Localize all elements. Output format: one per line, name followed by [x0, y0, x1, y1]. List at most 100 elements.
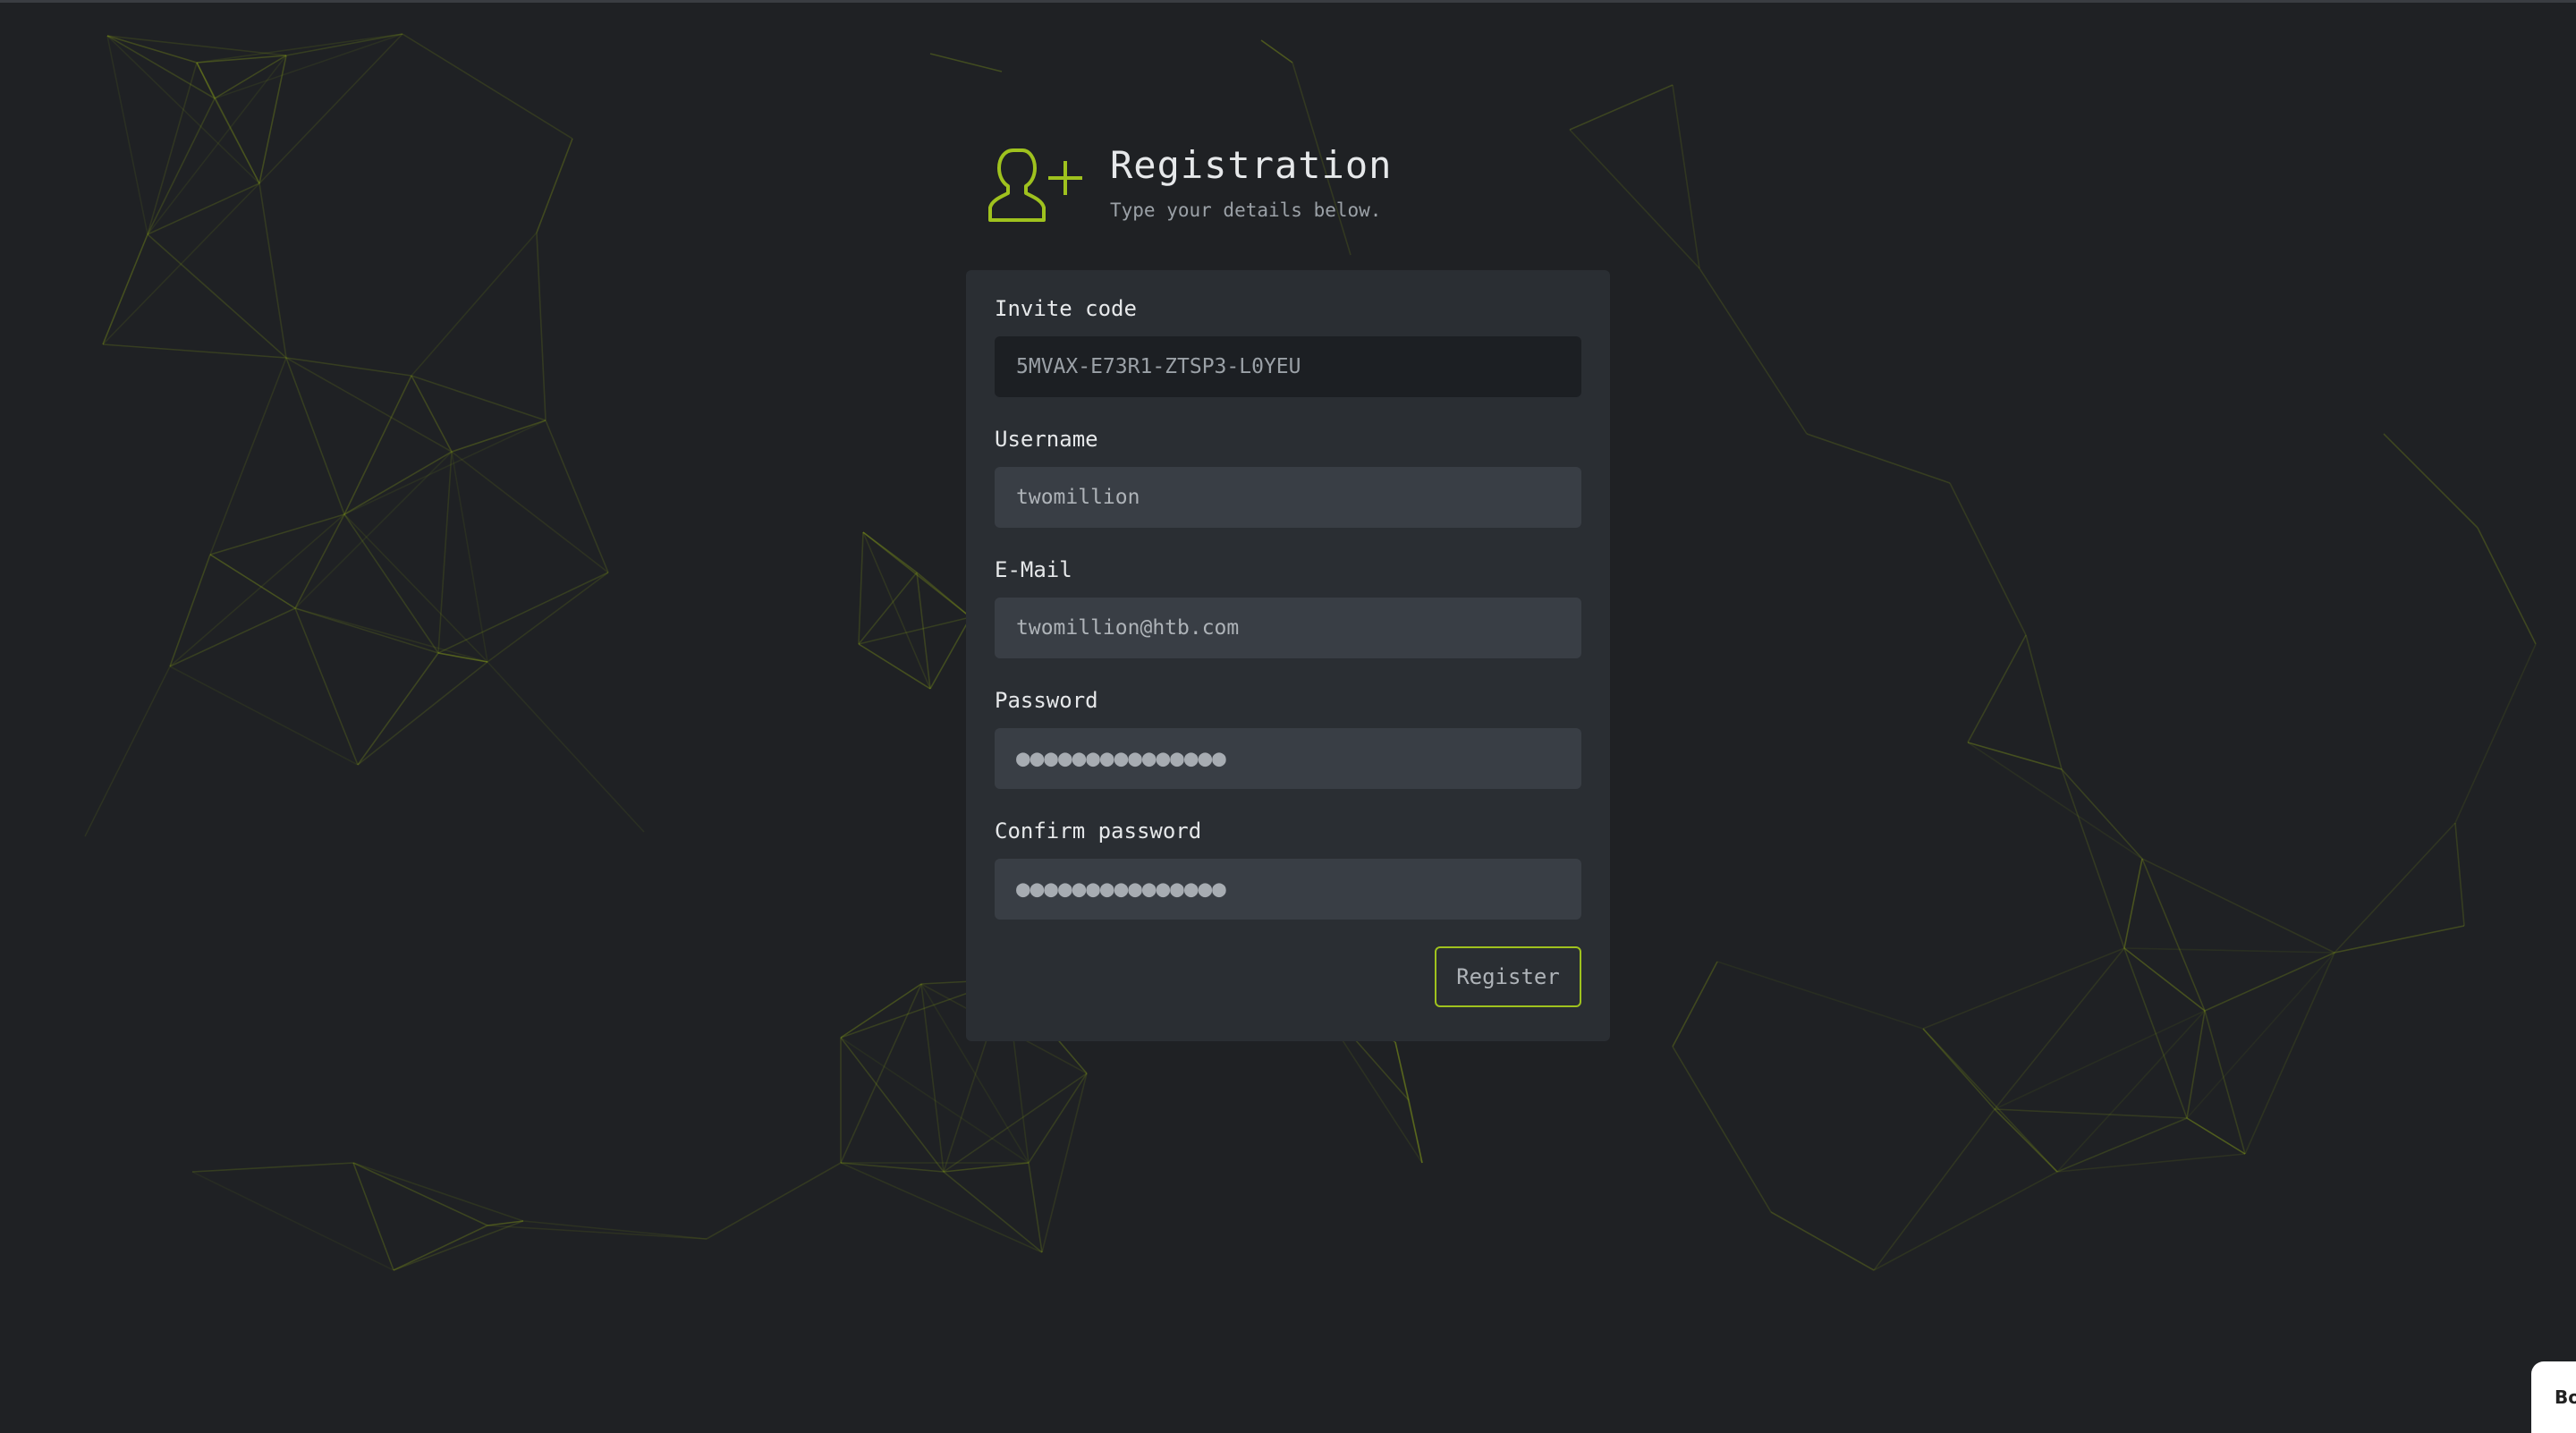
password-input[interactable]: [995, 728, 1581, 789]
registration-header: Registration Type your details below.: [988, 143, 1392, 233]
network-line: [147, 55, 287, 235]
network-line: [285, 357, 412, 377]
network-line: [1806, 433, 1951, 484]
password-label: Password: [995, 688, 1098, 713]
network-line: [858, 531, 864, 645]
network-line: [294, 607, 488, 663]
network-line: [258, 182, 287, 359]
confirm-password-input[interactable]: [995, 859, 1581, 920]
username-label: Username: [995, 427, 1098, 452]
network-line: [285, 357, 345, 515]
network-line: [943, 1171, 1043, 1253]
network-line: [209, 554, 296, 609]
network-line: [214, 98, 260, 184]
network-line: [1260, 39, 1293, 64]
network-line: [2334, 925, 2465, 954]
network-line: [352, 1162, 524, 1222]
network-line: [147, 182, 260, 235]
corner-widget-label: Bo: [2555, 1386, 2576, 1408]
network-line: [209, 513, 345, 555]
network-line: [2244, 952, 2335, 1155]
email-input[interactable]: [995, 598, 1581, 658]
network-line: [451, 420, 547, 453]
network-line: [1922, 947, 2125, 1030]
email-label: E-Mail: [995, 557, 1072, 582]
network-line: [2454, 643, 2537, 824]
network-line: [393, 1225, 488, 1271]
network-line: [2204, 952, 2335, 1012]
network-line: [2383, 433, 2479, 529]
network-line: [214, 33, 403, 99]
network-line: [2056, 1153, 2246, 1173]
network-line: [2056, 1010, 2206, 1173]
network-line: [858, 572, 918, 645]
network-line: [2186, 952, 2335, 1119]
network-line: [2123, 858, 2143, 949]
network-line: [2025, 634, 2063, 770]
network-line: [294, 607, 359, 766]
network-line: [1873, 1171, 2058, 1271]
invite-code-label: Invite code: [995, 296, 1137, 321]
network-line: [840, 1162, 1043, 1253]
network-line: [169, 666, 359, 766]
network-line: [1699, 267, 1808, 435]
form-actions: Register: [995, 946, 1581, 1007]
network-line: [1569, 129, 1700, 269]
page-subtitle: Type your details below.: [1110, 199, 1382, 221]
network-line: [1569, 84, 1674, 131]
network-line: [1028, 1073, 1088, 1164]
network-line: [862, 531, 931, 690]
corner-widget[interactable]: Bo: [2531, 1361, 2576, 1433]
network-line: [1028, 1162, 1043, 1253]
network-line: [929, 53, 1003, 72]
invite-code-input[interactable]: [995, 336, 1581, 397]
network-line: [545, 420, 609, 573]
network-line: [357, 652, 439, 766]
user-plus-icon: [988, 148, 1082, 222]
network-line: [191, 1162, 354, 1173]
network-line: [2056, 1117, 2188, 1173]
network-line: [1672, 1046, 1772, 1213]
network-line: [1967, 742, 2063, 770]
network-line: [106, 35, 148, 235]
network-line: [1994, 947, 2125, 1110]
network-line: [1672, 961, 1718, 1047]
network-line: [2061, 768, 2143, 860]
page-title: Registration: [1110, 143, 1393, 187]
network-line: [411, 232, 538, 377]
network-line: [943, 1162, 1030, 1173]
network-line: [393, 1220, 524, 1271]
network-line: [437, 572, 609, 654]
network-line: [487, 661, 645, 833]
network-line: [1994, 1010, 2206, 1110]
network-line: [102, 343, 287, 359]
network-line: [2454, 822, 2465, 927]
network-line: [1994, 1108, 2188, 1119]
network-line: [451, 451, 609, 573]
network-line: [169, 607, 296, 667]
network-line: [1873, 1108, 1996, 1271]
network-line: [402, 33, 573, 140]
network-line: [487, 572, 609, 663]
network-line: [1716, 961, 1924, 1030]
network-line: [1394, 1041, 1423, 1164]
network-line: [916, 572, 971, 618]
register-button[interactable]: Register: [1435, 946, 1581, 1007]
network-line: [1967, 634, 2027, 743]
network-line: [2061, 768, 2125, 949]
network-line: [2477, 527, 2537, 645]
network-line: [191, 1171, 394, 1271]
network-line: [106, 35, 287, 56]
network-line: [920, 983, 945, 1173]
network-line: [169, 513, 345, 667]
network-line: [1672, 84, 1700, 269]
network-line: [536, 138, 573, 233]
network-line: [1922, 1028, 2058, 1173]
network-line: [2141, 858, 2206, 1012]
network-line: [357, 661, 488, 766]
network-line: [929, 616, 971, 690]
username-input[interactable]: [995, 467, 1581, 528]
registration-form-card: Invite code Username E-Mail Password Con…: [966, 270, 1610, 1041]
network-line: [858, 643, 931, 690]
network-line: [1770, 1211, 1875, 1271]
